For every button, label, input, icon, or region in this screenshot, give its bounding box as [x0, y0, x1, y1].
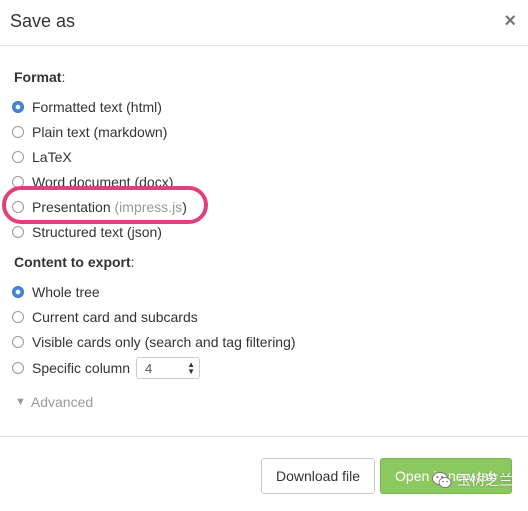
format-option-label: Presentation [32, 199, 111, 215]
content-label-colon: : [130, 254, 135, 270]
content-label: Content to export: [14, 254, 135, 270]
format-option-label: Plain text (markdown) [32, 124, 168, 140]
content-option-visible-cards[interactable]: Visible cards only (search and tag filte… [12, 332, 296, 352]
format-option-label: LaTeX [32, 149, 72, 165]
radio-button[interactable] [12, 362, 24, 374]
content-label-text: Content to export [14, 254, 131, 270]
stepper-arrows-icon: ▲ ▼ [187, 360, 196, 376]
format-option-latex[interactable]: LaTeX [12, 147, 72, 167]
dialog-header: Save as × [0, 0, 528, 46]
format-option-label: Formatted text (html) [32, 99, 162, 115]
content-option-specific-column[interactable]: Specific column 4 ▲ ▼ [12, 357, 201, 379]
format-option-presentation[interactable]: Presentation (impress.js) [12, 197, 187, 217]
format-option-hint-close: ) [182, 199, 187, 215]
radio-button[interactable] [12, 151, 24, 163]
radio-button-checked[interactable] [12, 286, 24, 298]
triangle-down-icon: ▼ [15, 396, 26, 408]
radio-button[interactable] [12, 201, 24, 213]
format-option-json[interactable]: Structured text (json) [12, 222, 162, 242]
radio-button-checked[interactable] [12, 101, 24, 113]
column-number-value: 4 [145, 360, 153, 376]
content-option-current-card[interactable]: Current card and subcards [12, 307, 198, 327]
watermark: 玉树芝兰 [432, 470, 513, 490]
radio-button[interactable] [12, 336, 24, 348]
wechat-icon [432, 472, 452, 488]
advanced-label: Advanced [30, 394, 94, 410]
save-as-dialog: Save as × Format: Formatted text (html) … [0, 0, 528, 511]
radio-button[interactable] [12, 311, 24, 323]
format-label: Format: [14, 69, 65, 85]
format-option-hint: impress.js [119, 199, 183, 215]
format-option-label: Word document (docx) [32, 174, 174, 190]
format-option-label: Structured text (json) [32, 224, 162, 240]
dialog-title: Save as [10, 11, 76, 31]
close-icon[interactable]: × [504, 11, 516, 31]
watermark-text: 玉树芝兰 [457, 472, 513, 488]
radio-button[interactable] [12, 176, 24, 188]
content-option-whole-tree[interactable]: Whole tree [12, 282, 100, 302]
format-label-text: Format [14, 69, 62, 85]
content-option-label: Current card and subcards [32, 309, 198, 325]
content-option-label: Whole tree [32, 284, 100, 300]
download-file-button[interactable]: Download file [261, 458, 375, 494]
format-option-docx[interactable]: Word document (docx) [12, 172, 173, 192]
format-label-colon: : [61, 69, 66, 85]
advanced-toggle[interactable]: ▼ Advanced [15, 394, 93, 410]
content-option-label: Visible cards only (search and tag filte… [32, 334, 296, 350]
radio-button[interactable] [12, 226, 24, 238]
radio-button[interactable] [12, 126, 24, 138]
format-option-markdown[interactable]: Plain text (markdown) [12, 122, 167, 142]
format-option-html[interactable]: Formatted text (html) [12, 97, 162, 117]
column-number-select[interactable]: 4 ▲ ▼ [136, 357, 201, 379]
content-option-label: Specific column [32, 360, 131, 376]
